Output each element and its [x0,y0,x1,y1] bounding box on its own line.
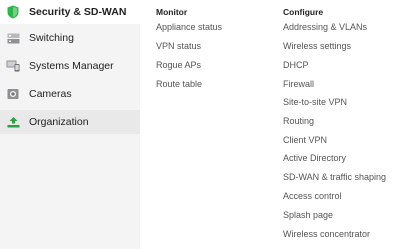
sidebar-item-label: Switching [29,32,74,44]
sidebar-item-systems-manager[interactable]: Systems Manager [0,54,140,78]
shield-icon [6,5,20,19]
sidebar-item-label: Organization [29,116,89,128]
menu-link-dhcp[interactable]: DHCP [283,60,309,70]
configure-heading: Configure [283,7,324,17]
camera-icon [6,87,20,101]
sidebar-item-organization[interactable]: Organization [0,110,140,134]
menu-link-routing[interactable]: Routing [283,116,314,126]
menu-link-access-control[interactable]: Access control [283,191,342,201]
menu-link-firewall[interactable]: Firewall [283,79,314,89]
menu-link-addressing-vlans[interactable]: Addressing & VLANs [283,22,367,32]
organization-icon [6,115,20,129]
monitor-heading: Monitor [156,7,188,17]
sidebar-item-security-sdwan[interactable]: Security & SD-WAN [0,0,140,24]
menu-link-client-vpn[interactable]: Client VPN [283,135,327,145]
sidebar: Security & SD-WAN Switching Systems Mana… [0,0,140,249]
menu-link-wireless-concentrator[interactable]: Wireless concentrator [283,229,370,239]
menu-link-vpn-status[interactable]: VPN status [156,41,201,51]
menu-link-route-table[interactable]: Route table [156,79,202,89]
menu-link-active-directory[interactable]: Active Directory [283,153,346,163]
menu-link-appliance-status[interactable]: Appliance status [156,22,222,32]
sidebar-item-label: Systems Manager [29,60,114,72]
menu-link-site-to-site-vpn[interactable]: Site-to-site VPN [283,97,347,107]
sidebar-item-label: Cameras [29,88,72,100]
sidebar-item-switching[interactable]: Switching [0,26,140,50]
menu-link-sdwan-traffic-shaping[interactable]: SD-WAN & traffic shaping [283,172,386,182]
devices-icon [6,59,20,73]
menu-link-splash-page[interactable]: Splash page [283,210,333,220]
menu-link-wireless-settings[interactable]: Wireless settings [283,41,351,51]
menu-link-rogue-aps[interactable]: Rogue APs [156,60,201,70]
sidebar-item-cameras[interactable]: Cameras [0,82,140,106]
sidebar-item-label: Security & SD-WAN [29,6,127,18]
switch-icon [6,31,20,45]
